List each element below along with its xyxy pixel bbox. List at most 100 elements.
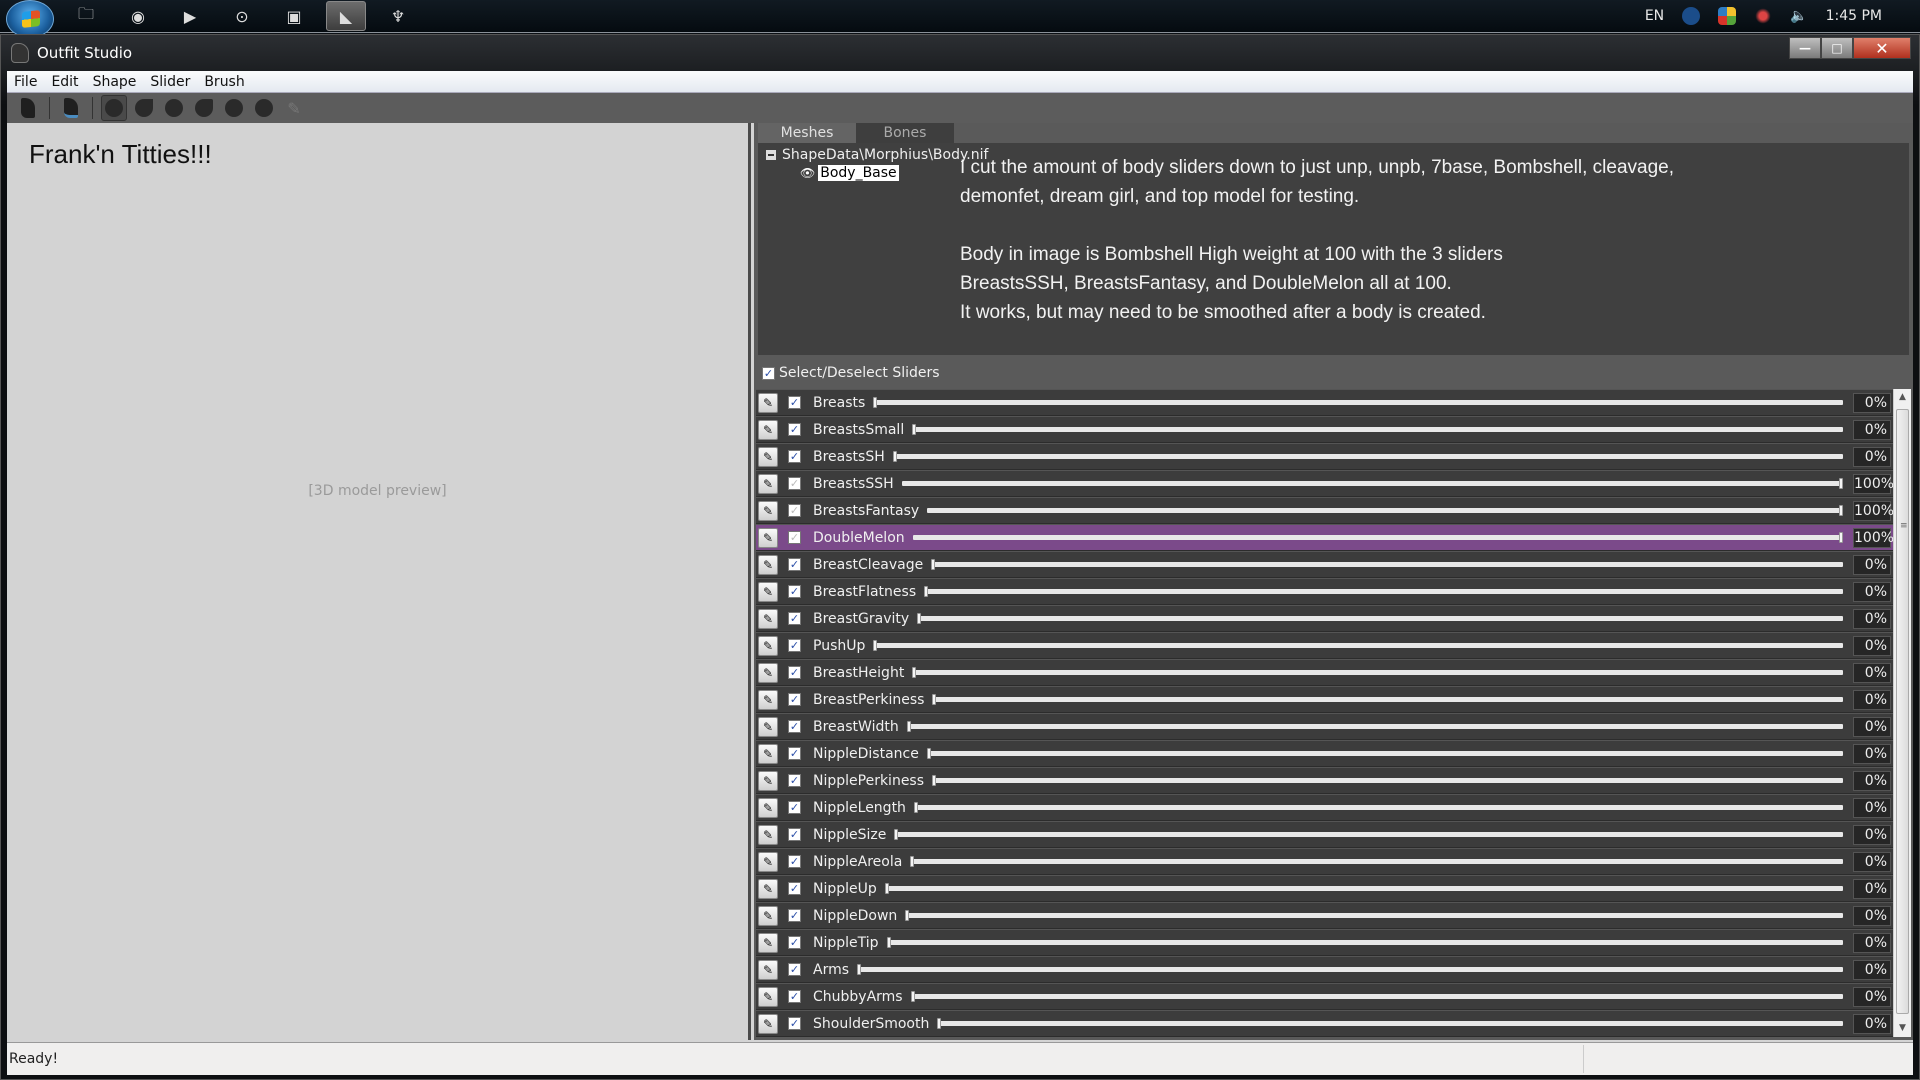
slider-thumb[interactable]	[905, 910, 910, 921]
slider-value[interactable]: 100%	[1853, 527, 1893, 548]
slider-value[interactable]: 0%	[1853, 986, 1891, 1007]
slider-track[interactable]	[924, 586, 1843, 597]
slider-value[interactable]: 0%	[1853, 824, 1891, 845]
menu-slider[interactable]: Slider	[143, 74, 197, 90]
network-icon[interactable]	[1754, 7, 1773, 25]
slider-row[interactable]: ✎ ✓ NippleLength 0%	[756, 794, 1893, 821]
edit-slider-button[interactable]: ✎	[758, 770, 778, 791]
slider-row[interactable]: ✎ ✓ NippleTip 0%	[756, 929, 1893, 956]
slider-value[interactable]: 0%	[1853, 959, 1891, 980]
slider-thumb[interactable]	[857, 964, 862, 975]
slider-value[interactable]: 0%	[1853, 716, 1891, 737]
slider-checkbox[interactable]: ✓	[788, 396, 801, 409]
slider-row[interactable]: ✎ ✓ NippleDown 0%	[756, 902, 1893, 929]
slider-track[interactable]	[932, 775, 1843, 786]
scroll-up-arrow-icon[interactable]: ▲	[1894, 389, 1911, 406]
clock[interactable]: 1:45 PM	[1826, 8, 1882, 24]
menu-edit[interactable]: Edit	[44, 74, 85, 90]
slider-thumb[interactable]	[926, 748, 931, 759]
edit-slider-button[interactable]: ✎	[758, 824, 778, 845]
start-button[interactable]	[6, 0, 54, 38]
taskbar-app-outfit-studio[interactable]: ◣	[326, 1, 366, 31]
slider-row[interactable]: ✎ ✓ BreastWidth 0%	[756, 713, 1893, 740]
new-project-button[interactable]	[15, 95, 41, 121]
slider-thumb[interactable]	[1839, 478, 1843, 489]
slider-row[interactable]: ✎ ✓ BreastGravity 0%	[756, 605, 1893, 632]
slider-row[interactable]: ✎ ✓ BreastHeight 0%	[756, 659, 1893, 686]
slider-track[interactable]	[912, 532, 1843, 543]
slider-thumb[interactable]	[913, 802, 918, 813]
slider-checkbox[interactable]: ✓	[788, 909, 801, 922]
tab-meshes[interactable]: Meshes	[758, 123, 856, 143]
slider-checkbox[interactable]: ✓	[788, 612, 801, 625]
edit-slider-button[interactable]: ✎	[758, 635, 778, 656]
slider-track[interactable]	[927, 505, 1843, 516]
mask-brush-button[interactable]	[131, 95, 157, 121]
slider-checkbox[interactable]: ✓	[788, 531, 801, 544]
3d-viewport[interactable]: Frank'n Titties!!! [3D model preview]	[7, 123, 751, 1040]
slider-value[interactable]: 0%	[1853, 419, 1891, 440]
slider-value[interactable]: 0%	[1853, 932, 1891, 953]
slider-track[interactable]	[910, 991, 1843, 1002]
slider-row[interactable]: ✎ ✓ PushUp 0%	[756, 632, 1893, 659]
slider-checkbox[interactable]: ✓	[788, 693, 801, 706]
taskbar-app-firefox[interactable]: ◉	[118, 1, 158, 31]
slider-value[interactable]: 0%	[1853, 743, 1891, 764]
inflate-brush-button[interactable]	[161, 95, 187, 121]
slider-thumb[interactable]	[932, 775, 937, 786]
slider-row[interactable]: ✎ ✓ BreastFlatness 0%	[756, 578, 1893, 605]
edit-slider-button[interactable]: ✎	[758, 716, 778, 737]
edit-slider-button[interactable]: ✎	[758, 446, 778, 467]
slider-track[interactable]	[905, 910, 1843, 921]
slider-thumb[interactable]	[906, 721, 911, 732]
slider-thumb[interactable]	[912, 667, 917, 678]
slider-thumb[interactable]	[894, 829, 899, 840]
deflate-brush-button[interactable]	[191, 95, 217, 121]
slider-thumb[interactable]	[1839, 505, 1843, 516]
edit-slider-button[interactable]: ✎	[758, 608, 778, 629]
slider-row[interactable]: ✎ ✓ NippleAreola 0%	[756, 848, 1893, 875]
edit-slider-button[interactable]: ✎	[758, 986, 778, 1007]
slider-checkbox[interactable]: ✓	[788, 882, 801, 895]
slider-track[interactable]	[873, 640, 1843, 651]
close-button[interactable]: ✕	[1853, 37, 1911, 59]
edit-slider-button[interactable]: ✎	[758, 743, 778, 764]
slider-row[interactable]: ✎ ✓ BreastsSSH 100%	[756, 470, 1893, 497]
slider-value[interactable]: 0%	[1853, 581, 1891, 602]
slider-thumb[interactable]	[932, 694, 937, 705]
slider-thumb[interactable]	[892, 451, 897, 462]
slider-row[interactable]: ✎ ✓ Arms 0%	[756, 956, 1893, 983]
slider-row[interactable]: ✎ ✓ BreastsFantasy 100%	[756, 497, 1893, 524]
slider-value[interactable]: 100%	[1853, 473, 1893, 494]
slider-thumb[interactable]	[910, 856, 915, 867]
slider-value[interactable]: 100%	[1853, 500, 1893, 521]
slider-track[interactable]	[906, 721, 1843, 732]
slider-track[interactable]	[873, 397, 1843, 408]
slider-checkbox[interactable]: ✓	[788, 450, 801, 463]
scrollbar-thumb[interactable]: ≡	[1896, 409, 1909, 1014]
slider-thumb[interactable]	[937, 1018, 942, 1029]
slider-checkbox[interactable]: ✓	[788, 936, 801, 949]
slider-track[interactable]	[857, 964, 1843, 975]
select-all-checkbox[interactable]: ✓	[762, 366, 775, 380]
slider-row[interactable]: ✎ ✓ NipplePerkiness 0%	[756, 767, 1893, 794]
edit-slider-button[interactable]: ✎	[758, 581, 778, 602]
collapse-icon[interactable]	[766, 150, 776, 160]
slider-thumb[interactable]	[873, 640, 878, 651]
slider-value[interactable]: 0%	[1853, 905, 1891, 926]
scroll-down-arrow-icon[interactable]: ▼	[1894, 1020, 1911, 1037]
slider-row[interactable]: ✎ ✓ ChubbyArms 0%	[756, 983, 1893, 1010]
slider-row[interactable]: ✎ ✓ Breasts 0%	[756, 389, 1893, 416]
slider-thumb[interactable]	[912, 424, 917, 435]
slider-checkbox[interactable]: ✓	[788, 774, 801, 787]
slider-track[interactable]	[931, 559, 1843, 570]
slider-thumb[interactable]	[924, 586, 929, 597]
menu-brush[interactable]: Brush	[197, 74, 251, 90]
slider-checkbox[interactable]: ✓	[788, 585, 801, 598]
slider-checkbox[interactable]: ✓	[788, 828, 801, 841]
edit-slider-button[interactable]: ✎	[758, 392, 778, 413]
slider-row[interactable]: ✎ ✓ BreastPerkiness 0%	[756, 686, 1893, 713]
slider-thumb[interactable]	[886, 937, 891, 948]
edit-slider-button[interactable]: ✎	[758, 554, 778, 575]
edit-slider-button[interactable]: ✎	[758, 689, 778, 710]
